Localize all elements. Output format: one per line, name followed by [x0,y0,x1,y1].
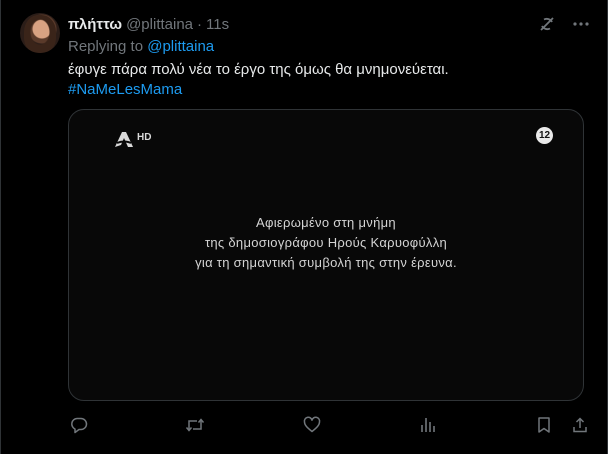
share-icon[interactable] [569,414,591,436]
author-name[interactable]: πλήττω [68,16,122,33]
action-bar-right [533,414,591,436]
replying-mention[interactable]: @plittaina [147,38,214,55]
media-image[interactable]: HD 12 Αφιερωμένο στη μνήμη της δημοσιογρ… [68,109,584,401]
bookmark-icon[interactable] [533,414,555,436]
dedication-line: της δημοσιογράφου Ηρούς Καρυοφύλλη [204,235,448,250]
retweet-icon[interactable] [184,414,206,436]
avatar[interactable] [20,13,60,53]
channel-logo: HD [113,130,151,148]
hashtag-link[interactable]: #NaMeLesMama [68,80,449,100]
tweet-body: έφυγε πάρα πολύ νέα το έργο της όμως θα … [68,61,449,78]
dedication-line: για τη σημαντική συμβολή της στην έρευνα… [195,255,457,270]
views-icon[interactable] [417,414,439,436]
replying-to: Replying to @plittaina [68,38,214,55]
age-rating-badge: 12 [536,127,553,144]
author-handle[interactable]: @plittaina [126,16,193,33]
channel-logo-mark [115,132,133,147]
avatar-image [24,15,56,53]
timestamp[interactable]: 11s [206,16,229,33]
like-icon[interactable] [301,414,323,436]
channel-logo-hd: HD [137,132,152,143]
dedication-line: Αφιερωμένο στη μνήμη [256,215,396,230]
separator-dot: · [197,15,203,33]
dedication-text: Αφιερωμένο στη μνήμη της δημοσιογράφου Η… [69,213,583,273]
grok-icon[interactable] [537,14,557,34]
replying-prefix: Replying to [68,38,144,55]
top-actions [537,14,591,34]
reply-icon[interactable] [68,414,90,436]
more-icon[interactable] [571,14,591,34]
action-bar [68,414,591,436]
tweet[interactable]: πλήττω @plittaina · 11s Replying to @pli… [0,0,608,454]
tweet-header: πλήττω @plittaina · 11s [68,14,229,34]
tweet-text: έφυγε πάρα πολύ νέα το έργο της όμως θα … [68,60,449,100]
